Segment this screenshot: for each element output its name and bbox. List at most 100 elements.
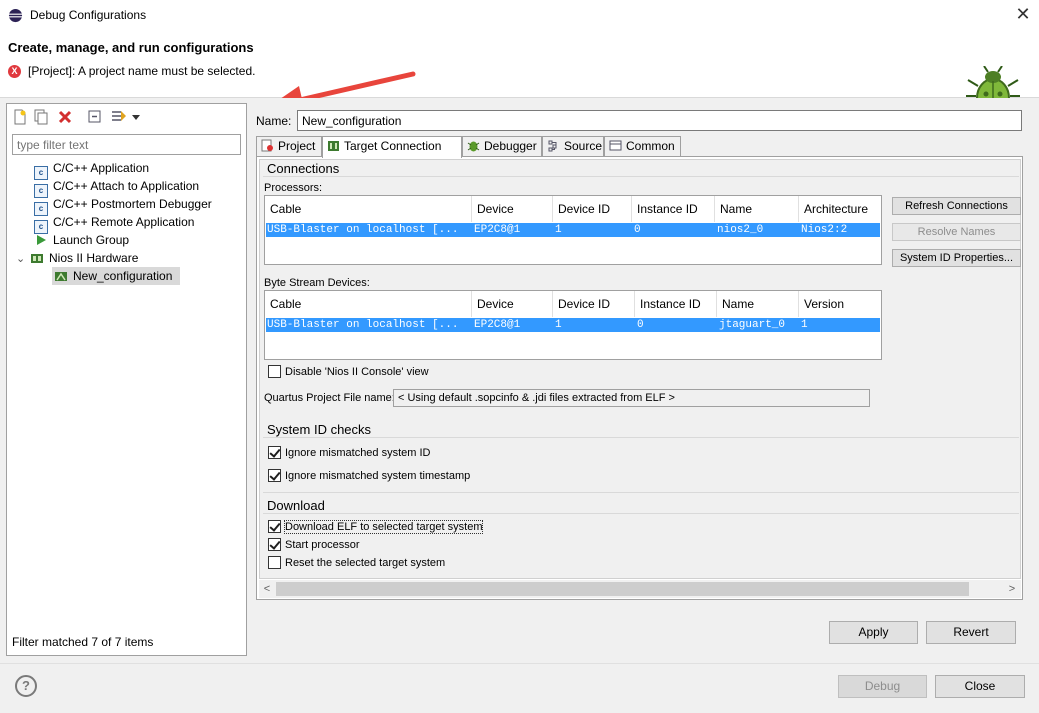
debugger-icon — [467, 141, 480, 152]
ignore-system-id-checkbox[interactable] — [268, 446, 281, 459]
reset-target-checkbox[interactable] — [268, 556, 281, 569]
table-cell: EP2C8@1 — [474, 319, 521, 331]
tree-item-cpp-application[interactable]: c C/C++ Application — [34, 159, 150, 180]
page-title: Create, manage, and run configurations — [8, 40, 254, 55]
table-cell: USB-Blaster on localhost [... — [267, 319, 459, 331]
checkbox-label: Start processor — [285, 539, 360, 551]
launch-group-icon — [37, 235, 46, 245]
filter-status: Filter matched 7 of 7 items — [12, 635, 154, 649]
byte-stream-label: Byte Stream Devices: — [264, 277, 370, 289]
tree-item-label: C/C++ Attach to Application — [53, 179, 200, 193]
download-elf-option[interactable]: Download ELF to selected target system — [268, 520, 484, 534]
table-header[interactable]: Cable — [265, 196, 472, 222]
name-input[interactable] — [297, 110, 1022, 131]
table-header[interactable]: Name — [717, 291, 799, 317]
table-header[interactable]: Device — [472, 291, 553, 317]
tree-item-cpp-remote[interactable]: c C/C++ Remote Application — [34, 213, 195, 234]
system-id-properties-button[interactable]: System ID Properties... — [892, 249, 1021, 267]
scroll-right-icon[interactable]: > — [1005, 581, 1019, 597]
help-icon[interactable]: ? — [15, 675, 37, 697]
refresh-connections-button[interactable]: Refresh Connections — [892, 197, 1021, 215]
filter-icon[interactable] — [111, 109, 127, 125]
table-header[interactable]: Name — [715, 196, 799, 222]
duplicate-icon[interactable] — [33, 109, 49, 125]
chevron-down-icon[interactable] — [131, 109, 141, 125]
byte-stream-table: Cable Device Device ID Instance ID Name … — [264, 290, 882, 360]
close-icon[interactable]: ✕ — [1012, 3, 1034, 25]
table-cell: Nios2:2 — [801, 224, 848, 236]
eclipse-icon — [8, 8, 23, 23]
disable-console-checkbox[interactable] — [268, 365, 281, 378]
table-header[interactable]: Instance ID — [632, 196, 715, 222]
download-heading: Download — [267, 498, 325, 513]
tab-project[interactable]: Project — [256, 136, 322, 157]
table-row[interactable]: USB-Blaster on localhost [... EP2C8@1 1 … — [266, 223, 880, 237]
filter-input[interactable] — [12, 134, 241, 155]
table-header[interactable]: Device ID — [553, 291, 635, 317]
tree-item-label: C/C++ Remote Application — [53, 215, 195, 229]
table-row[interactable]: USB-Blaster on localhost [... EP2C8@1 1 … — [266, 318, 880, 332]
tab-debugger[interactable]: Debugger — [462, 136, 542, 157]
processors-table: Cable Device Device ID Instance ID Name … — [264, 195, 882, 265]
tab-source[interactable]: Source — [542, 136, 604, 157]
tree-item-label: C/C++ Postmortem Debugger — [53, 197, 212, 211]
tab-common[interactable]: Common — [604, 136, 681, 157]
table-header[interactable]: Version — [799, 291, 881, 317]
download-elf-checkbox[interactable] — [268, 520, 281, 533]
resolve-names-button[interactable]: Resolve Names — [892, 223, 1021, 241]
delete-icon[interactable] — [57, 109, 73, 125]
table-header[interactable]: Device ID — [553, 196, 632, 222]
header-banner: Create, manage, and run configurations X… — [0, 30, 1039, 118]
revert-button[interactable]: Revert — [926, 621, 1016, 644]
tab-target-connection[interactable]: Target Connection — [322, 136, 462, 158]
scrollbar-thumb[interactable] — [276, 582, 969, 596]
apply-button[interactable]: Apply — [829, 621, 918, 644]
checkbox-label: Disable 'Nios II Console' view — [285, 366, 429, 378]
processors-label: Processors: — [264, 182, 323, 194]
disable-console-option[interactable]: Disable 'Nios II Console' view — [268, 365, 429, 378]
tree-item-label: New_configuration — [73, 269, 173, 283]
checkbox-label: Reset the selected target system — [285, 557, 446, 569]
tree-item-nios-hardware[interactable]: ⌄ Nios II Hardware — [16, 249, 138, 267]
start-processor-checkbox[interactable] — [268, 538, 281, 551]
tree-item-new-configuration[interactable]: New_configuration — [52, 267, 180, 285]
quartus-file-field[interactable]: < Using default .sopcinfo & .jdi files e… — [393, 389, 870, 407]
ignore-timestamp-checkbox[interactable] — [268, 469, 281, 482]
tree-item-launch-group[interactable]: Launch Group — [34, 231, 129, 249]
error-icon: X — [8, 65, 21, 78]
tree-item-cpp-attach[interactable]: c C/C++ Attach to Application — [34, 177, 200, 198]
divider — [263, 176, 1019, 177]
tab-label: Source — [564, 139, 603, 153]
close-button[interactable]: Close — [935, 675, 1025, 698]
window-title: Debug Configurations — [30, 8, 147, 22]
scroll-left-icon[interactable]: < — [260, 581, 274, 597]
table-cell: 1 — [555, 319, 562, 331]
tree-item-label: C/C++ Application — [53, 161, 150, 175]
ignore-system-id-option[interactable]: Ignore mismatched system ID — [268, 446, 431, 459]
configuration-tree-panel: cC/C++ Application cC/C++ Attach to Appl… — [6, 103, 247, 656]
start-processor-option[interactable]: Start processor — [268, 538, 360, 551]
ignore-timestamp-option[interactable]: Ignore mismatched system timestamp — [268, 469, 470, 482]
table-header[interactable]: Architecture — [799, 196, 881, 222]
error-message: [Project]: A project name must be select… — [28, 64, 256, 78]
collapse-all-icon[interactable] — [87, 109, 103, 125]
nios-config-icon — [55, 272, 67, 281]
divider — [263, 437, 1019, 438]
table-header[interactable]: Instance ID — [635, 291, 717, 317]
table-cell: USB-Blaster on localhost [... — [267, 224, 459, 236]
expand-chevron-icon[interactable]: ⌄ — [16, 250, 30, 268]
table-header[interactable]: Device — [472, 196, 553, 222]
horizontal-scrollbar[interactable]: < > — [259, 580, 1021, 598]
divider — [263, 492, 1019, 493]
target-connection-icon — [328, 141, 339, 151]
debug-button[interactable]: Debug — [838, 675, 927, 698]
table-header[interactable]: Cable — [265, 291, 472, 317]
checkbox-label: Ignore mismatched system ID — [285, 447, 431, 459]
quartus-label: Quartus Project File name: — [264, 392, 395, 404]
reset-target-option[interactable]: Reset the selected target system — [268, 556, 445, 569]
checkbox-label: Ignore mismatched system timestamp — [285, 470, 471, 482]
tree-item-cpp-postmortem[interactable]: c C/C++ Postmortem Debugger — [34, 195, 212, 216]
tab-label: Target Connection — [344, 139, 442, 153]
system-id-heading: System ID checks — [267, 422, 372, 437]
new-config-icon[interactable] — [12, 109, 28, 125]
